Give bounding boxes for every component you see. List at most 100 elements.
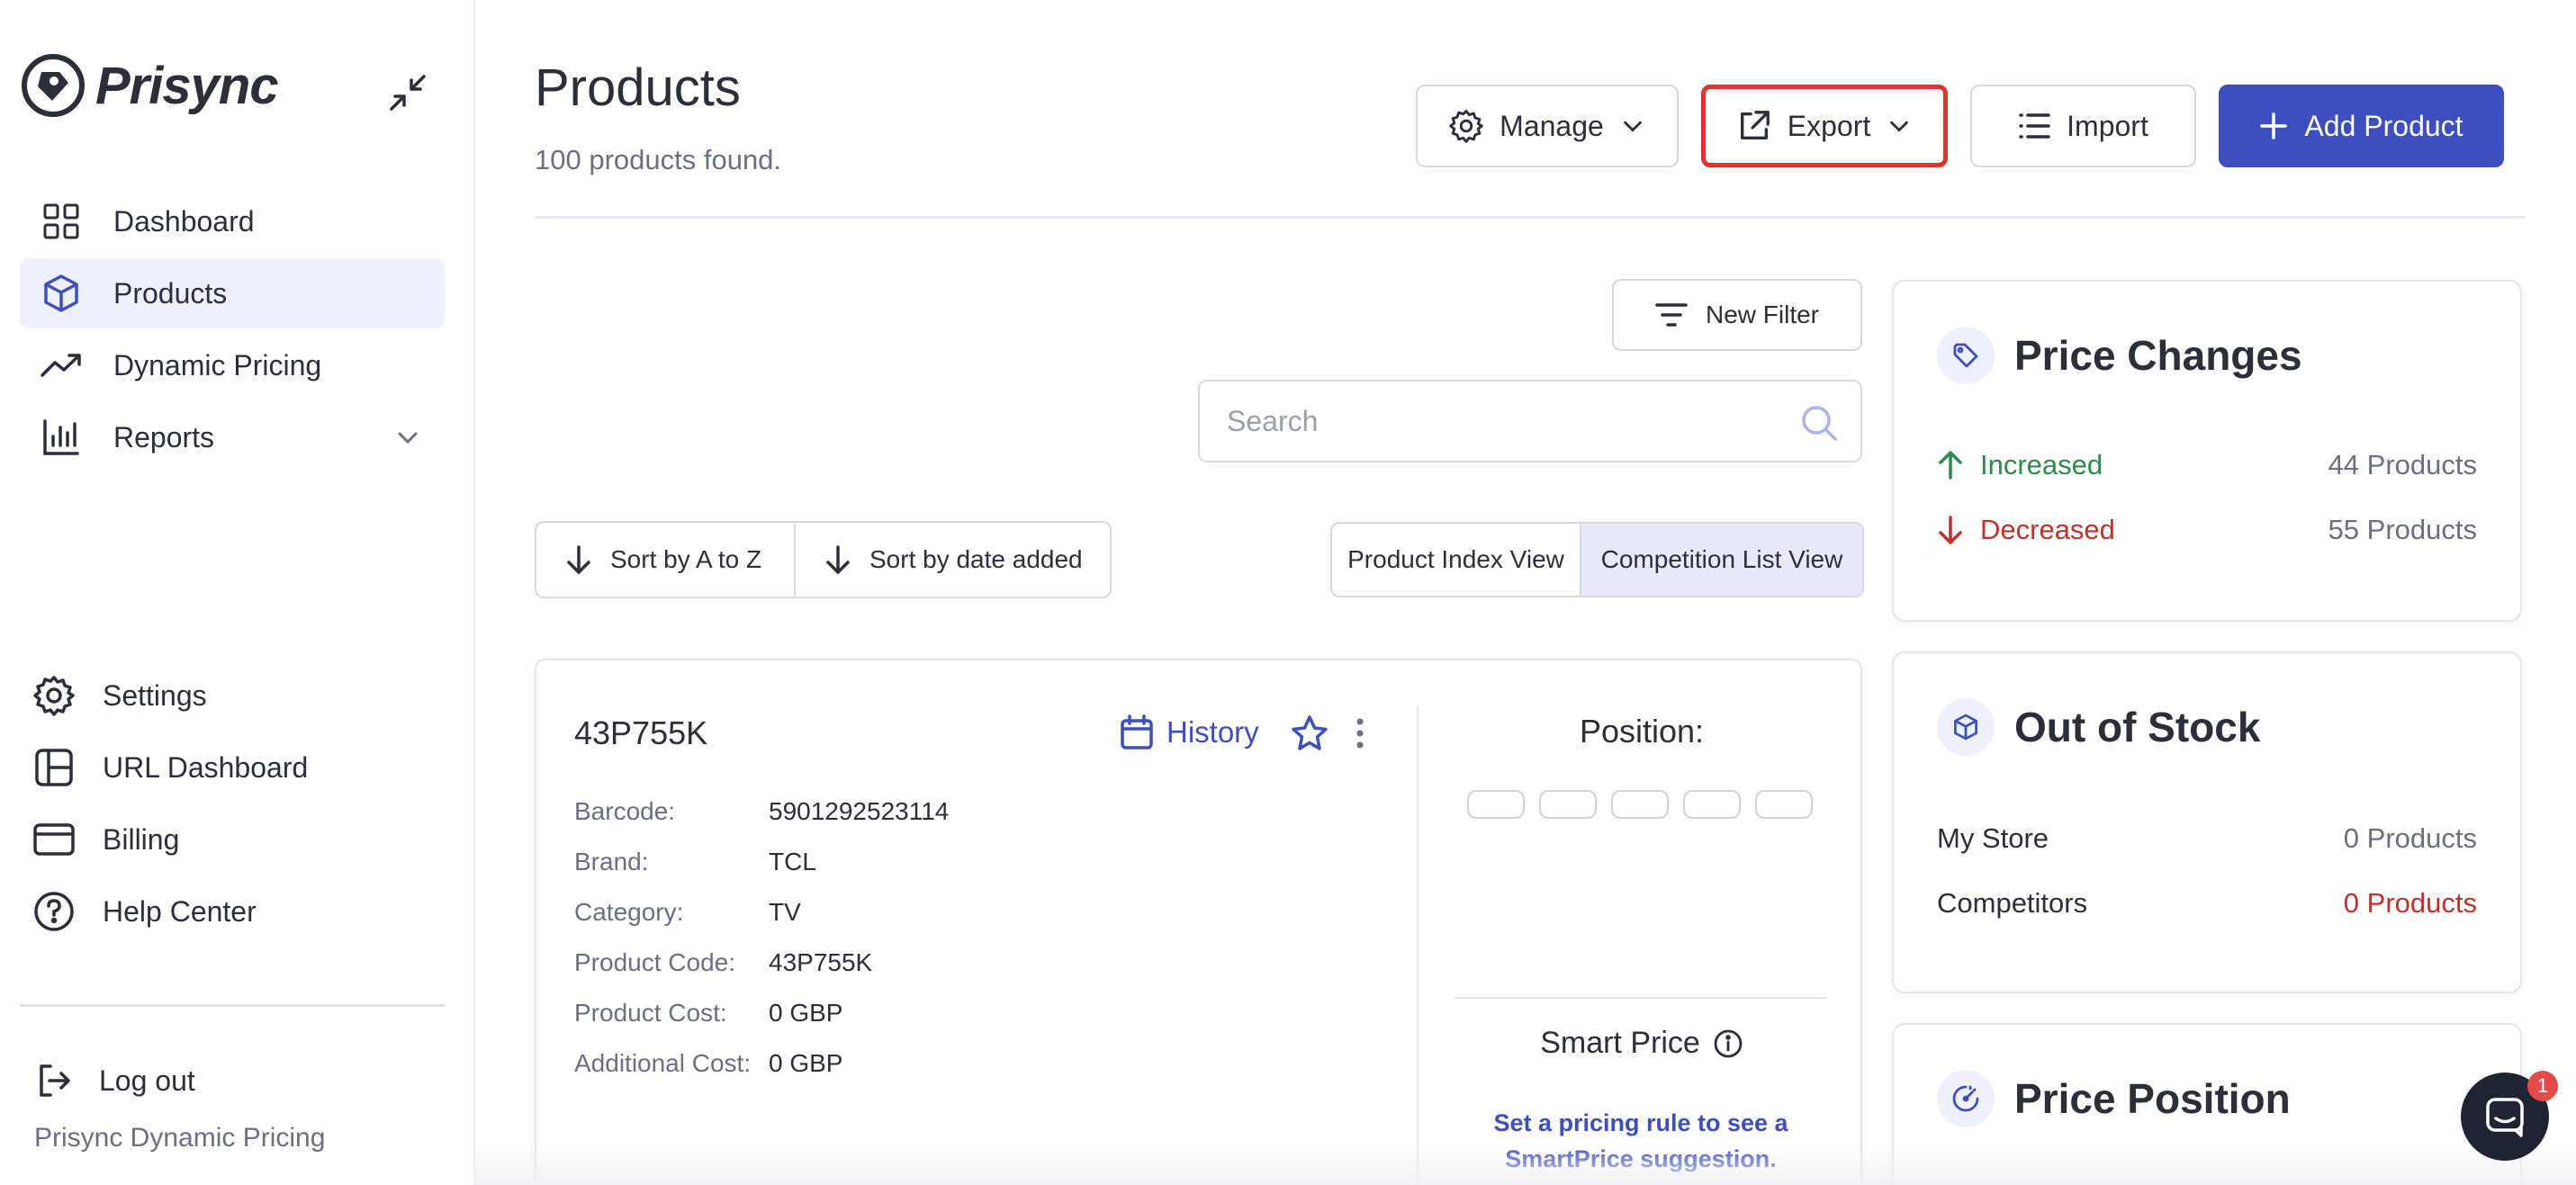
- info-icon[interactable]: [1713, 1028, 1743, 1059]
- sort-date-button[interactable]: Sort by date added: [796, 521, 1112, 598]
- list-icon: [2019, 113, 2050, 139]
- grid-icon: [40, 200, 83, 243]
- sidebar-item-dashboard[interactable]: Dashboard: [20, 186, 445, 256]
- logo-icon: [22, 54, 85, 117]
- help-icon: [32, 890, 76, 933]
- price-position-panel: Price Position: [1892, 1023, 2522, 1185]
- position-title: Position:: [1579, 713, 1705, 750]
- sidebar: Prisync Dashboard Products Dynamic Prici…: [0, 0, 475, 1185]
- price-changes-panel: Price Changes Increased 44 Products Decr…: [1892, 280, 2522, 622]
- export-button[interactable]: Export: [1701, 85, 1948, 167]
- history-link[interactable]: History: [1120, 714, 1259, 750]
- gear-icon: [32, 674, 76, 717]
- competitors-row[interactable]: Competitors 0 Products: [1937, 887, 2477, 920]
- my-store-row[interactable]: My Store 0 Products: [1937, 822, 2477, 855]
- brand-value: TCL: [769, 848, 816, 875]
- decreased-label: Decreased: [1980, 514, 2115, 545]
- search-icon[interactable]: [1799, 403, 1839, 443]
- sidebar-item-label: Settings: [103, 678, 207, 712]
- arrow-up-icon: [1939, 451, 1962, 480]
- logout-button[interactable]: Log out: [20, 1046, 445, 1116]
- sidebar-item-reports[interactable]: Reports: [20, 402, 445, 472]
- attribute-label: Category:: [574, 898, 684, 926]
- add-product-label: Add Product: [2304, 109, 2463, 142]
- out-of-stock-title: Out of Stock: [2014, 704, 2261, 750]
- bar-chart-icon: [40, 416, 83, 459]
- competitors-label: Competitors: [1937, 887, 2088, 919]
- tag-icon: [1937, 327, 1995, 384]
- position-slot: [1611, 790, 1669, 819]
- attribute-label: Barcode:: [574, 797, 676, 825]
- increased-row[interactable]: Increased 44 Products: [1937, 449, 2477, 481]
- attribute-label: Brand:: [574, 848, 649, 875]
- collapse-icon: [390, 75, 426, 111]
- logout-icon: [32, 1059, 76, 1102]
- external-link-icon: [1740, 111, 1770, 139]
- sidebar-item-dynamic-pricing[interactable]: Dynamic Pricing: [20, 330, 445, 400]
- price-position-header: Price Position: [1937, 1070, 2291, 1127]
- sidebar-item-billing[interactable]: Billing: [20, 804, 445, 875]
- smart-price-title: Smart Price: [1540, 1026, 1700, 1060]
- more-options-button[interactable]: [1347, 714, 1374, 752]
- smart-price-hint[interactable]: Set a pricing rule to see a SmartPrice s…: [1455, 1105, 1827, 1177]
- arrow-down-icon: [1939, 516, 1962, 544]
- import-label: Import: [2067, 109, 2148, 142]
- position-slot: [1755, 790, 1813, 819]
- arrow-down-icon: [826, 545, 850, 574]
- star-icon[interactable]: [1291, 714, 1329, 752]
- product-cost-value: 0 GBP: [769, 999, 843, 1027]
- attribute-label: Product Cost:: [574, 999, 727, 1027]
- chat-notification-badge: 1: [2527, 1071, 2558, 1101]
- attribute-label: Product Code:: [574, 948, 735, 976]
- import-button[interactable]: Import: [1970, 85, 2196, 167]
- sort-buttons: Sort by A to Z Sort by date added: [535, 521, 1112, 598]
- sidebar-item-settings[interactable]: Settings: [20, 660, 445, 731]
- manage-button[interactable]: Manage: [1416, 85, 1679, 167]
- decreased-value: 55 Products: [2328, 514, 2477, 545]
- chevron-down-icon: [398, 432, 418, 444]
- sort-a-z-button[interactable]: Sort by A to Z: [535, 521, 796, 598]
- sidebar-item-label: Dynamic Pricing: [113, 348, 322, 382]
- credit-card-icon: [32, 818, 76, 861]
- header-divider: [535, 216, 2526, 219]
- my-store-label: My Store: [1937, 822, 2049, 854]
- attribute-label: Additional Cost:: [574, 1049, 752, 1077]
- position-slot: [1539, 790, 1597, 819]
- product-card: 43P755K History Barcode: 5901292523114 B…: [535, 659, 1862, 1185]
- sidebar-item-label: Help Center: [103, 894, 257, 928]
- sidebar-divider: [20, 1004, 445, 1007]
- new-filter-label: New Filter: [1705, 301, 1819, 328]
- layout-icon: [32, 746, 76, 789]
- price-position-title: Price Position: [2014, 1075, 2291, 1122]
- sidebar-item-help-center[interactable]: Help Center: [20, 876, 445, 947]
- product-name[interactable]: 43P755K: [574, 714, 707, 752]
- box-icon: [40, 272, 83, 315]
- sidebar-item-products[interactable]: Products: [20, 258, 445, 328]
- more-vertical-icon: [1356, 718, 1364, 749]
- sidebar-item-label: URL Dashboard: [103, 750, 309, 784]
- collapse-sidebar-button[interactable]: [385, 70, 430, 115]
- new-filter-button[interactable]: New Filter: [1612, 279, 1862, 351]
- my-store-value: 0 Products: [2343, 822, 2477, 854]
- logo[interactable]: Prisync: [20, 52, 279, 119]
- decreased-row[interactable]: Decreased 55 Products: [1937, 514, 2477, 546]
- competition-list-view-button[interactable]: Competition List View: [1581, 524, 1862, 596]
- gear-icon: [1449, 110, 1483, 143]
- competitors-value: 0 Products: [2343, 887, 2477, 919]
- out-of-stock-panel: Out of Stock My Store 0 Products Competi…: [1892, 651, 2522, 993]
- manage-label: Manage: [1500, 109, 1604, 142]
- sidebar-item-url-dashboard[interactable]: URL Dashboard: [20, 732, 445, 803]
- box-icon: [1937, 698, 1995, 756]
- export-label: Export: [1787, 109, 1871, 142]
- sidebar-item-label: Billing: [103, 822, 180, 856]
- sort-date-label: Sort by date added: [869, 545, 1083, 573]
- search-box: [1198, 380, 1862, 462]
- add-product-button[interactable]: Add Product: [2219, 85, 2504, 167]
- filter-icon: [1655, 303, 1688, 327]
- plus-icon: [2260, 112, 2288, 139]
- smart-price-heading: Smart Price: [1419, 1026, 1865, 1061]
- history-label: History: [1166, 715, 1259, 749]
- product-index-view-button[interactable]: Product Index View: [1332, 524, 1581, 596]
- search-input[interactable]: [1202, 383, 1760, 459]
- view-toggle: Product Index View Competition List View: [1330, 522, 1864, 597]
